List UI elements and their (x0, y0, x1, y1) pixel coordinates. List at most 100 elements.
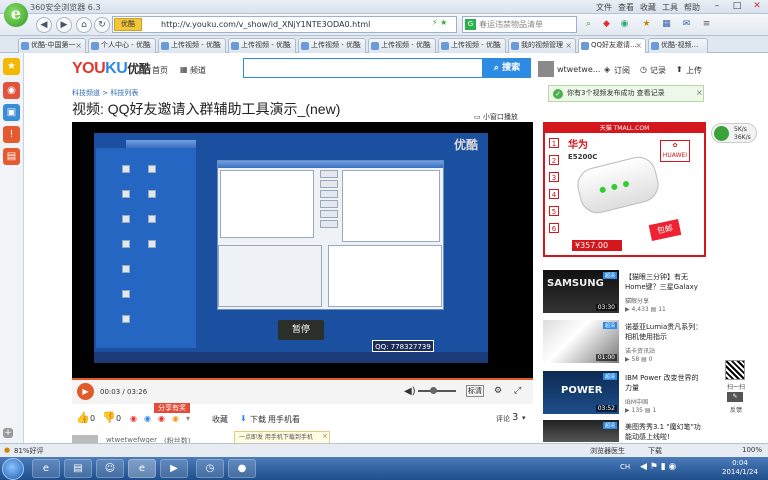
download-button[interactable]: 下载 (250, 414, 266, 425)
clock-app-icon[interactable]: ◷ (196, 459, 224, 478)
close-icon[interactable]: ✕ (748, 1, 766, 12)
related-title-4[interactable]: 美图秀秀3.1 "魔幻笔"功能动感上线啦! (625, 422, 705, 442)
search-icon[interactable]: ⌕ (582, 18, 595, 31)
nav-home[interactable]: 首页 (152, 65, 168, 76)
youku-search-input[interactable] (243, 58, 483, 78)
settings-icon[interactable]: ⚙ (494, 386, 502, 396)
favorites-icon[interactable]: ★ (640, 18, 653, 31)
lang-indicator[interactable]: CH (620, 463, 630, 471)
safe-icon[interactable]: ◉ (618, 18, 631, 31)
volume-knob[interactable] (430, 387, 437, 394)
recorder-icon[interactable]: ● (228, 459, 256, 478)
mail-icon[interactable]: ✉ (680, 18, 693, 31)
share-qq-icon[interactable]: ◉ (144, 414, 151, 423)
share-more-icon[interactable]: ▾ (186, 414, 190, 423)
share-renren-icon[interactable]: ◉ (158, 414, 165, 423)
start-button-icon[interactable] (2, 458, 24, 480)
ad-slide-3[interactable]: 3 (549, 172, 559, 182)
contacts-icon[interactable]: ▣ (3, 104, 20, 121)
feedback-label[interactable]: 反馈 (723, 405, 749, 414)
browser-taskbar-icon[interactable]: e (128, 459, 156, 478)
avatar[interactable] (538, 61, 554, 77)
share-weibo-icon[interactable]: ◉ (130, 414, 137, 423)
back-button[interactable]: ◀ (36, 17, 52, 33)
subscribe-link[interactable]: 订阅 (614, 65, 630, 76)
related-thumb-3[interactable]: POWER 超清 03:52 (543, 371, 619, 414)
tab-close-icon[interactable]: × (285, 39, 292, 52)
comments-arrow-icon[interactable]: ▾ (522, 414, 526, 422)
alert-icon[interactable]: ! (3, 126, 20, 143)
tab-upload-2[interactable]: 上传视频 - 优酷 × (228, 38, 296, 53)
fullscreen-icon[interactable]: ⤢ (514, 386, 521, 396)
tab-close-icon[interactable]: × (565, 39, 572, 52)
dislike-icon[interactable]: 👎 (102, 411, 116, 424)
quality-button[interactable]: 标清 (466, 385, 484, 397)
related-channel-3[interactable]: IBM中国 (625, 397, 648, 406)
notice-close-icon[interactable]: × (696, 88, 703, 97)
browser-search-input[interactable]: G 春运违禁物品清单 (462, 16, 577, 33)
status-download[interactable]: 下载 (648, 446, 662, 456)
status-doctor[interactable]: 浏览器医生 (590, 446, 625, 456)
related-thumb-2[interactable]: 超清 01:00 (543, 320, 619, 363)
tray-icons[interactable]: ◀ ⚑ ▮ ◉ (640, 462, 676, 472)
play-icon[interactable]: ▶ (77, 383, 94, 400)
related-channel-1[interactable]: 猫眼分享 (625, 296, 649, 305)
tab-close-icon[interactable]: × (75, 39, 82, 52)
related-title-3[interactable]: IBM Power 改变世界的力量 (625, 373, 705, 393)
related-channel-2[interactable]: 诺卡资讯站 (625, 346, 655, 355)
tab-upload-4[interactable]: 上传视频 - 优酷 × (368, 38, 436, 53)
user-app-icon[interactable]: ☺ (96, 459, 124, 478)
tab-close-icon[interactable]: × (635, 39, 642, 52)
menu-icon[interactable]: ≡ (700, 18, 713, 31)
menu-view[interactable]: 查看 (618, 2, 634, 13)
username[interactable]: wtwetwe... (557, 65, 600, 74)
media-player-icon[interactable]: ▶ (160, 459, 188, 478)
folder-icon[interactable]: ▤ (64, 459, 92, 478)
related-title-2[interactable]: 诺基亚Lumia贵凡系列：相机使用指示 (625, 322, 705, 342)
ad-slide-2[interactable]: 2 (549, 155, 559, 165)
related-thumb-4[interactable]: 超清 (543, 420, 619, 442)
minimize-icon[interactable]: – (708, 1, 726, 12)
ad-slide-6[interactable]: 6 (549, 223, 559, 233)
star-icon[interactable]: ★ (3, 58, 20, 75)
tab-close-icon[interactable]: × (495, 39, 502, 52)
speed-widget[interactable]: 5K/s 36K/s (711, 123, 757, 143)
taskbar-clock[interactable]: 0:04 2014/1/24 (722, 459, 758, 477)
upload-link[interactable]: 上传 (686, 65, 702, 76)
forward-button[interactable]: ▶ (56, 17, 72, 33)
history-link[interactable]: 记录 (650, 65, 666, 76)
favorite-button[interactable]: 收藏 (212, 414, 228, 425)
notice-text[interactable]: 你有3个视频发布成功 查看记录 (567, 89, 665, 97)
ad-slide-5[interactable]: 5 (549, 206, 559, 216)
menu-file[interactable]: 文件 (596, 2, 612, 13)
ad-slide-1[interactable]: 1 (549, 138, 559, 148)
refresh-button[interactable]: ↻ (94, 17, 110, 33)
tab-video-manage[interactable]: 我的视频管理 × (508, 38, 576, 53)
mobile-button[interactable]: 用手机看 (268, 414, 300, 425)
tab-close-icon[interactable]: × (355, 39, 362, 52)
youku-logo[interactable]: YOUKU优酷 (72, 60, 151, 78)
status-rating[interactable]: 81%好评 (14, 446, 44, 456)
tab-qq-video[interactable]: QQ好友邀请... × (578, 38, 646, 54)
url-input[interactable]: http://v.youku.com/v_show/id_XNjY1NTE3OD… (112, 16, 457, 33)
ad-slide-4[interactable]: 4 (549, 189, 559, 199)
search-engine-icon[interactable]: G (465, 19, 476, 30)
tab-upload-1[interactable]: 上传视频 - 优酷 × (158, 38, 226, 53)
mini-window-button[interactable]: ▭ 小窗口播放 (474, 112, 518, 122)
menu-tools[interactable]: 工具 (662, 2, 678, 13)
maximize-icon[interactable]: □ (728, 1, 746, 12)
tab-upload-3[interactable]: 上传视频 - 优酷 × (298, 38, 366, 53)
youku-search-button[interactable]: ⌕ 搜索 (483, 58, 531, 78)
tab-youku-video[interactable]: 优酷-视频... (648, 38, 708, 53)
share-qzone-icon[interactable]: ◉ (172, 414, 179, 423)
tab-close-icon[interactable]: × (425, 39, 432, 52)
url-star-icon[interactable]: ⚡ ★ (432, 18, 447, 27)
tab-close-icon[interactable]: × (215, 39, 222, 52)
menu-favorites[interactable]: 收藏 (640, 2, 656, 13)
shop-icon[interactable]: ▤ (3, 148, 20, 165)
explorer-icon[interactable]: e (32, 459, 60, 478)
tab-close-icon[interactable]: × (145, 39, 152, 52)
pause-overlay[interactable]: 暂停 (278, 320, 324, 340)
browser-logo-icon[interactable]: e (4, 3, 28, 27)
home-button[interactable]: ⌂ (76, 17, 92, 33)
